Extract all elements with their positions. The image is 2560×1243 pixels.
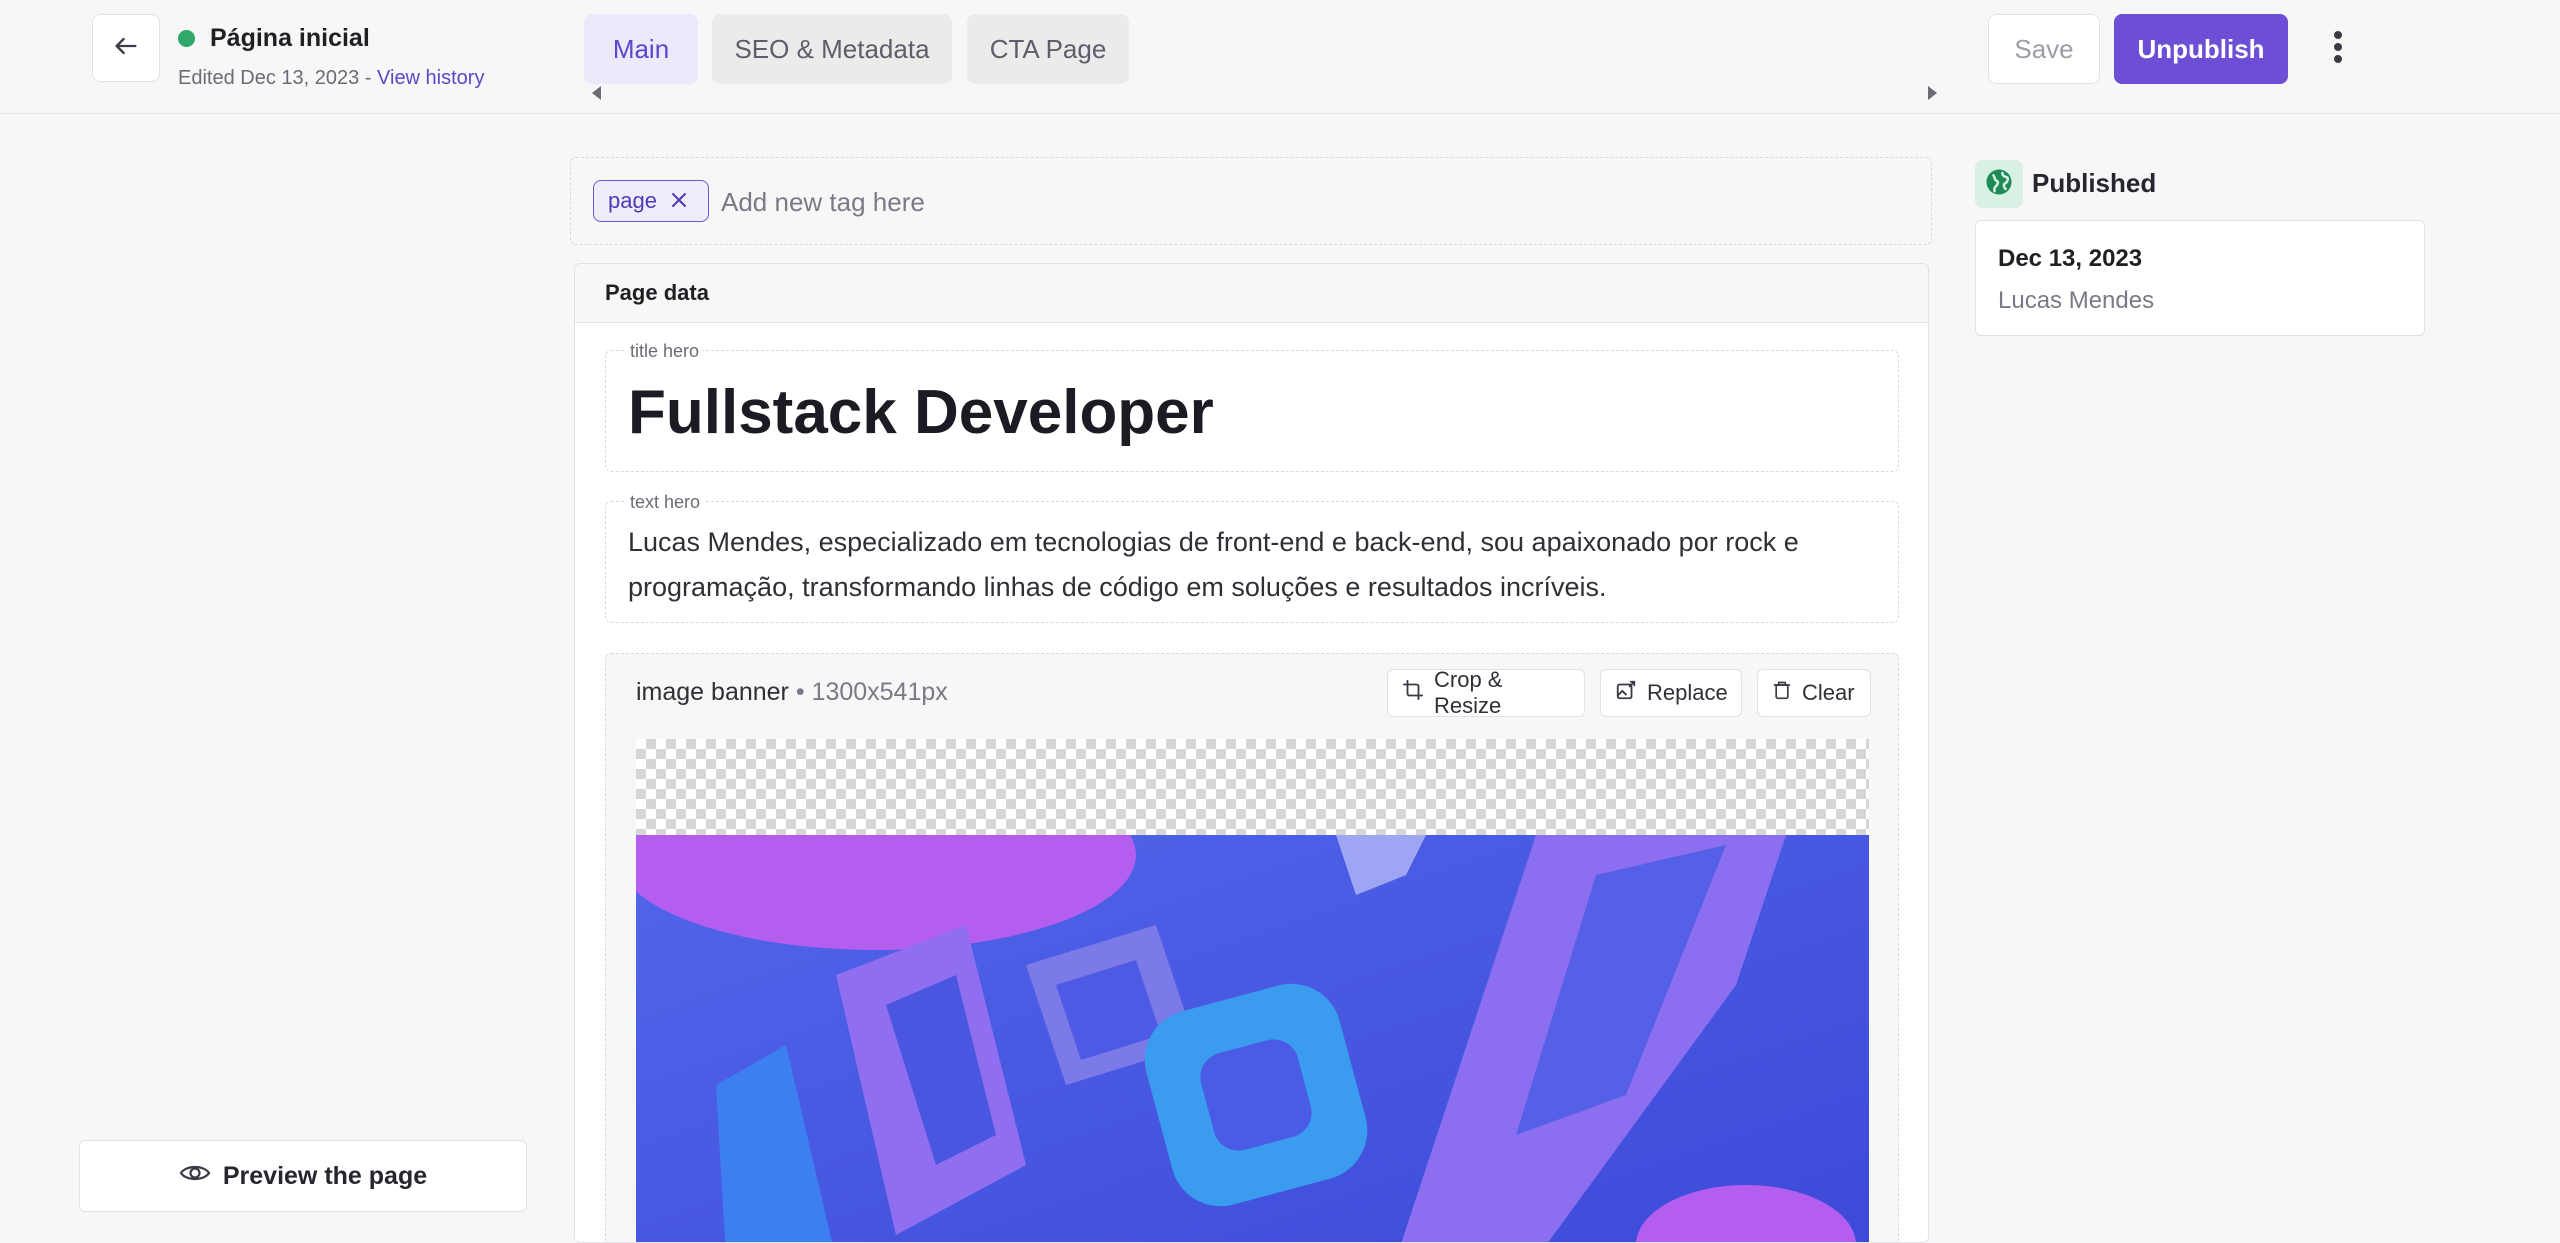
- globe-icon: [1984, 167, 2014, 202]
- arrow-left-icon: [112, 32, 140, 65]
- text-hero-field[interactable]: text hero Lucas Mendes, especializado em…: [605, 492, 1899, 623]
- clear-button[interactable]: Clear: [1757, 669, 1871, 717]
- status-dot: [178, 30, 195, 47]
- save-button[interactable]: Save: [1988, 14, 2100, 84]
- text-hero-label: text hero: [626, 492, 705, 513]
- crop-resize-button[interactable]: Crop & Resize: [1387, 667, 1585, 718]
- tab-cta-page[interactable]: CTA Page: [967, 14, 1129, 84]
- replace-label: Replace: [1647, 680, 1728, 705]
- publish-info-card: Dec 13, 2023 Lucas Mendes: [1975, 220, 2425, 336]
- more-vertical-icon: [2333, 30, 2343, 69]
- publish-author: Lucas Mendes: [1998, 287, 2155, 314]
- trash-icon: [1772, 679, 1792, 707]
- more-options-button[interactable]: [2318, 24, 2358, 74]
- tabs-scroll-left-icon[interactable]: [592, 86, 601, 100]
- edited-info: Edited Dec 13, 2023 - View history: [178, 67, 484, 90]
- replace-button[interactable]: Replace: [1600, 669, 1742, 717]
- new-tag-input[interactable]: [719, 180, 1423, 224]
- published-status-badge: [1975, 160, 2023, 208]
- tags-field: page: [570, 157, 1932, 245]
- tag-label: page: [608, 188, 657, 213]
- published-label: Published: [2032, 168, 2157, 198]
- crop-icon: [1402, 679, 1424, 707]
- close-icon[interactable]: [671, 188, 687, 214]
- edited-text: Edited Dec 13, 2023 -: [178, 67, 378, 89]
- eye-icon: [179, 1162, 211, 1191]
- back-button[interactable]: [92, 14, 160, 82]
- page-data-panel: Page data title hero Fullstack Developer…: [574, 263, 1929, 1243]
- clear-label: Clear: [1802, 680, 1855, 705]
- unpublish-button[interactable]: Unpublish: [2114, 14, 2288, 84]
- image-banner-label: image banner • 1300x541px: [636, 678, 948, 707]
- image-preview: [636, 739, 1869, 1242]
- text-hero-value[interactable]: Lucas Mendes, especializado em tecnologi…: [628, 520, 1874, 610]
- image-banner-field: image banner • 1300x541px Crop & Resize …: [605, 653, 1899, 1242]
- publish-date: Dec 13, 2023: [1998, 245, 2143, 272]
- image-banner-name: image banner: [636, 678, 789, 706]
- crop-resize-label: Crop & Resize: [1434, 667, 1503, 718]
- title-hero-value[interactable]: Fullstack Developer: [628, 377, 1214, 448]
- page-data-heading: Page data: [575, 264, 1928, 323]
- replace-image-icon: [1615, 679, 1637, 707]
- tabs-scroll-right-icon[interactable]: [1928, 86, 1937, 100]
- tag-chip: page: [593, 180, 709, 222]
- preview-page-button[interactable]: Preview the page: [79, 1140, 527, 1212]
- page-title: Página inicial: [210, 24, 370, 52]
- banner-image: [636, 835, 1869, 1242]
- title-hero-label: title hero: [626, 341, 704, 362]
- tab-main[interactable]: Main: [584, 14, 698, 84]
- top-header: Página inicial Edited Dec 13, 2023 - Vie…: [0, 0, 2560, 114]
- title-hero-field[interactable]: title hero Fullstack Developer: [605, 341, 1899, 472]
- tab-seo-metadata[interactable]: SEO & Metadata: [712, 14, 952, 84]
- preview-label: Preview the page: [222, 1161, 428, 1190]
- image-dimensions: • 1300x541px: [788, 678, 948, 706]
- view-history-link[interactable]: View history: [377, 67, 484, 89]
